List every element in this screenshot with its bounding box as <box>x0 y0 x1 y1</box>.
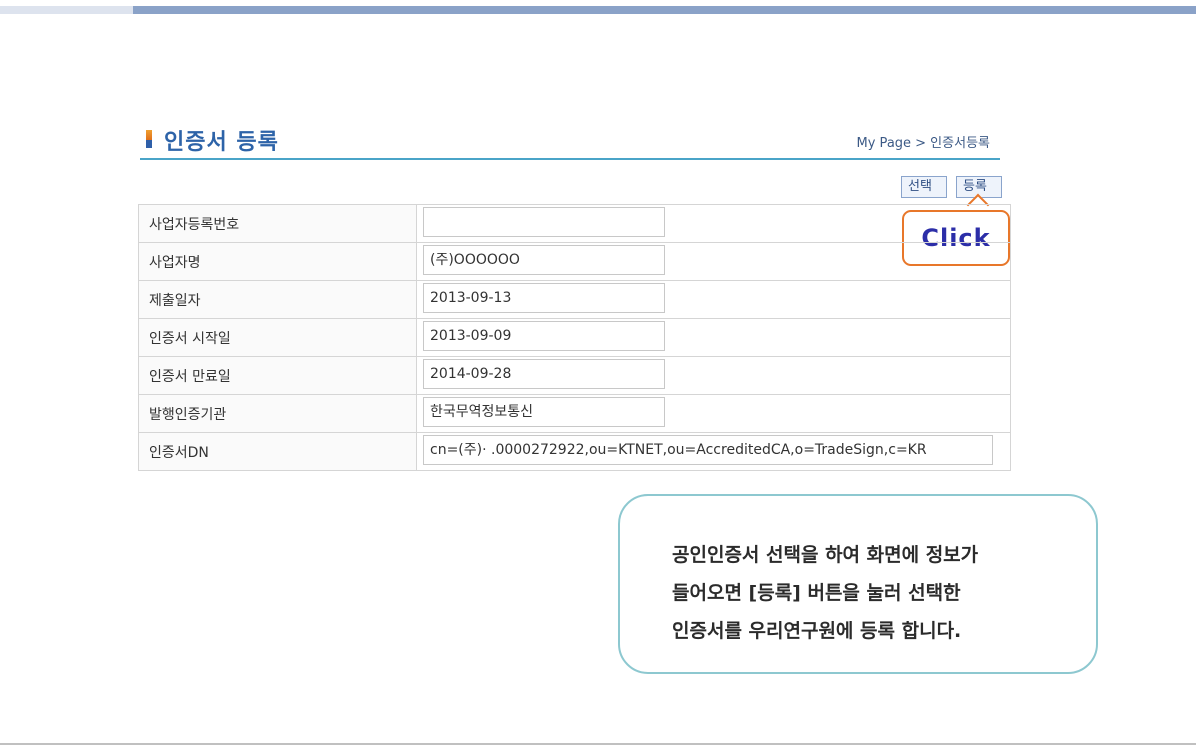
expiry-date-field[interactable]: 2014-09-28 <box>423 358 665 389</box>
instruction-line: 인증서를 우리연구원에 등록 합니다. <box>672 620 962 642</box>
form-label: 인증서DN <box>138 432 417 471</box>
form-label: 제출일자 <box>138 280 417 319</box>
submit-date-field[interactable]: 2013-09-13 <box>423 282 665 313</box>
start-date-field[interactable]: 2013-09-09 <box>423 320 665 351</box>
issuer-field[interactable]: 한국무역정보통신 <box>423 396 665 427</box>
business-name-field[interactable]: (주)OOOOOO <box>423 244 665 275</box>
top-bar-light <box>0 6 133 14</box>
form-label: 인증서 만료일 <box>138 356 417 395</box>
instruction-line: 공인인증서 선택을 하여 화면에 정보가 <box>672 544 979 566</box>
breadcrumb: My Page > 인증서등록 <box>856 136 990 151</box>
certificate-form: 사업자등록번호 사업자명 (주)OOOOOO 제출일자 2013-09-13 인… <box>138 204 1011 471</box>
page-title: 인증서 등록 <box>164 130 279 155</box>
top-bar <box>133 6 1196 14</box>
business-number-field[interactable] <box>423 206 665 237</box>
form-label: 사업자명 <box>138 242 417 281</box>
form-label: 인증서 시작일 <box>138 318 417 357</box>
form-row-issuer: 발행인증기관 한국무역정보통신 <box>138 394 1011 433</box>
form-row-expiry-date: 인증서 만료일 2014-09-28 <box>138 356 1011 395</box>
form-row-dn: 인증서DN cn=(주)· .0000272922,ou=KTNET,ou=Ac… <box>138 432 1011 471</box>
form-row-start-date: 인증서 시작일 2013-09-09 <box>138 318 1011 357</box>
instruction-line: 들어오면 [등록] 버튼을 눌러 선택한 <box>672 582 961 604</box>
title-marker-icon <box>146 130 152 148</box>
form-row-business-name: 사업자명 (주)OOOOOO <box>138 242 1011 281</box>
bottom-divider <box>0 743 1196 745</box>
form-row-submit-date: 제출일자 2013-09-13 <box>138 280 1011 319</box>
certificate-dn-field[interactable]: cn=(주)· .0000272922,ou=KTNET,ou=Accredit… <box>423 434 993 465</box>
select-button[interactable]: 선택 <box>901 176 947 198</box>
page-header: 인증서 등록 My Page > 인증서등록 <box>140 120 1000 160</box>
form-label: 발행인증기관 <box>138 394 417 433</box>
instruction-box: 공인인증서 선택을 하여 화면에 정보가 들어오면 [등록] 버튼을 눌러 선택… <box>618 494 1098 674</box>
form-row-business-number: 사업자등록번호 <box>138 204 1011 243</box>
form-label: 사업자등록번호 <box>138 204 417 243</box>
